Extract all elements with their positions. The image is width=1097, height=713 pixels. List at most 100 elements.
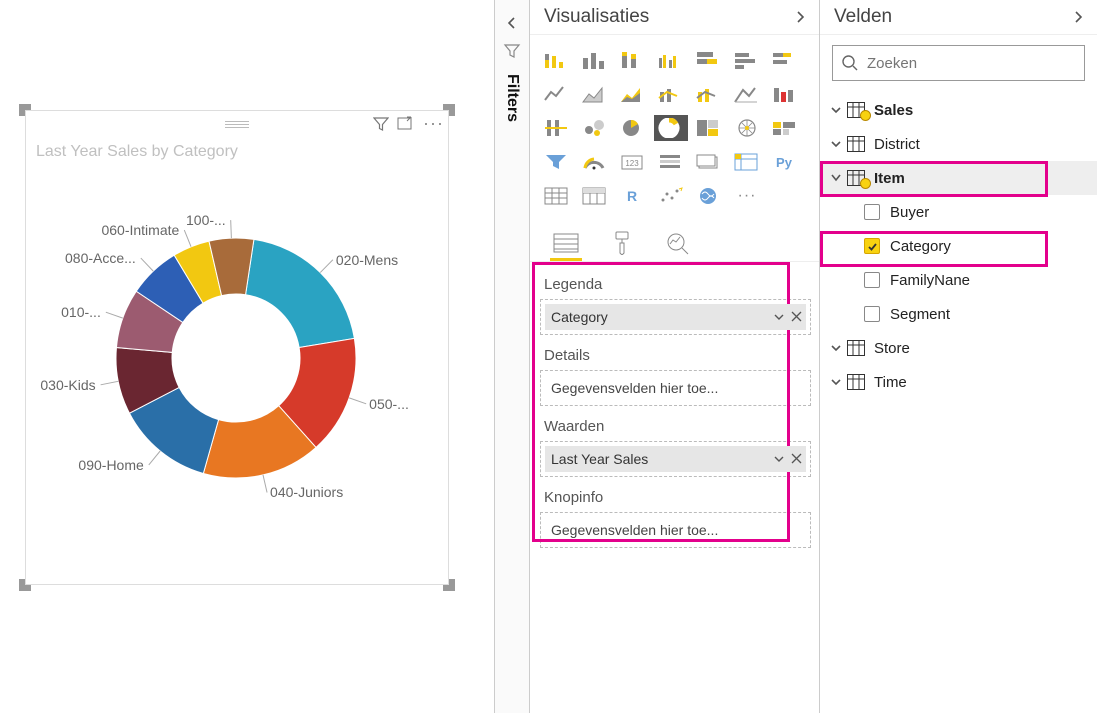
slice-label: 040-Juniors	[270, 484, 343, 500]
checkbox[interactable]	[864, 204, 880, 220]
field-category[interactable]: Category	[820, 229, 1097, 263]
fields-pane: Velden Sales	[820, 0, 1097, 713]
slice-label: 020-Mens	[336, 252, 398, 268]
chevron-down-icon[interactable]	[773, 311, 785, 323]
viz-matrix-icon[interactable]	[578, 183, 612, 209]
viz-combo-icon[interactable]	[654, 81, 688, 107]
table-icon	[844, 374, 868, 390]
tooltip-well[interactable]: Gegevensvelden hier toe...	[540, 512, 811, 548]
viz-globe-icon[interactable]	[692, 183, 726, 209]
donut-chart[interactable]: 020-Mens050-...040-Juniors090-Home030-Ki…	[26, 163, 448, 563]
viz-stacked-area-icon[interactable]	[616, 81, 650, 107]
remove-chip-icon[interactable]	[791, 453, 802, 465]
tooltip-placeholder: Gegevensvelden hier toe...	[545, 517, 806, 543]
viz-treemap-icon[interactable]	[692, 115, 726, 141]
visualization-gallery: 123 Py R ···	[530, 35, 819, 219]
details-placeholder: Gegevensvelden hier toe...	[545, 375, 806, 401]
collapse-viz-icon[interactable]	[791, 8, 809, 26]
viz-key-influencer-icon[interactable]	[654, 183, 688, 209]
viz-funnel-col-icon[interactable]	[540, 115, 574, 141]
fields-search[interactable]	[832, 45, 1085, 81]
legend-chip: Category	[545, 304, 806, 330]
search-input[interactable]	[867, 55, 1076, 72]
remove-chip-icon[interactable]	[791, 311, 802, 323]
viz-filled-map-icon[interactable]	[768, 115, 802, 141]
viz-card-icon[interactable]: 123	[616, 149, 650, 175]
viz-scatter-icon[interactable]	[578, 115, 612, 141]
analytics-tab[interactable]	[660, 229, 696, 257]
viz-slicer-icon[interactable]	[730, 149, 764, 175]
table-district[interactable]: District	[820, 127, 1097, 161]
slice-label: 090-Home	[78, 457, 143, 473]
values-well-label: Waarden	[540, 410, 811, 441]
table-icon	[844, 340, 868, 356]
viz-stacked-bar-icon[interactable]	[540, 47, 574, 73]
viz-gauge-icon[interactable]	[578, 149, 612, 175]
svg-text:123: 123	[625, 159, 639, 168]
viz-ribbon-icon[interactable]	[730, 81, 764, 107]
details-well-label: Details	[540, 339, 811, 370]
viz-stacked-column-icon[interactable]	[616, 47, 650, 73]
legend-chip-text[interactable]: Category	[551, 309, 608, 325]
field-familyname[interactable]: FamilyNane	[820, 263, 1097, 297]
filters-pane-collapsed[interactable]: Filters	[495, 0, 530, 713]
viz-hundred-stacked-icon[interactable]	[692, 47, 726, 73]
details-well[interactable]: Gegevensvelden hier toe...	[540, 370, 811, 406]
slice-label: 010-...	[61, 304, 101, 320]
values-chip-text[interactable]: Last Year Sales	[551, 451, 648, 467]
table-item[interactable]: Item	[820, 161, 1097, 195]
visual-container[interactable]: ··· Last Year Sales by Category 020-Mens…	[25, 110, 449, 585]
viz-clustered-column-icon[interactable]	[578, 47, 612, 73]
checkbox[interactable]	[864, 306, 880, 322]
viz-donut-icon[interactable]	[654, 115, 688, 141]
viz-python-icon[interactable]: Py	[768, 149, 802, 175]
table-store[interactable]: Store	[820, 331, 1097, 365]
viz-multi-card-icon[interactable]	[654, 149, 688, 175]
visualizations-title: Visualisaties	[544, 6, 649, 28]
focus-mode-icon[interactable]	[397, 116, 415, 132]
table-time[interactable]: Time	[820, 365, 1097, 399]
field-segment[interactable]: Segment	[820, 297, 1097, 331]
filters-label: Filters	[503, 70, 521, 122]
viz-bar-icon[interactable]	[730, 47, 764, 73]
table-icon	[844, 170, 868, 186]
viz-clustered-bar-2-icon[interactable]	[654, 47, 688, 73]
viz-area-icon[interactable]	[578, 81, 612, 107]
viz-line-icon[interactable]	[540, 81, 574, 107]
table-sales[interactable]: Sales	[820, 93, 1097, 127]
viz-table-icon[interactable]	[540, 183, 574, 209]
well-tabs	[530, 219, 819, 262]
values-chip: Last Year Sales	[545, 446, 806, 472]
checkbox[interactable]	[864, 272, 880, 288]
collapse-fields-icon[interactable]	[1069, 8, 1087, 26]
legend-well[interactable]: Category	[540, 299, 811, 335]
viz-more-icon[interactable]: ···	[730, 183, 764, 209]
viz-kpi-icon[interactable]	[692, 149, 726, 175]
checkbox-checked[interactable]	[864, 238, 880, 254]
viz-r-icon[interactable]: R	[616, 183, 650, 209]
slice-label: 030-Kids	[40, 377, 95, 393]
fields-tab[interactable]	[548, 229, 584, 257]
expand-filters-icon[interactable]	[503, 14, 521, 32]
viz-funnel-icon[interactable]	[540, 149, 574, 175]
report-canvas[interactable]: ··· Last Year Sales by Category 020-Mens…	[0, 0, 495, 713]
svg-text:Py: Py	[776, 155, 793, 170]
viz-pie-icon[interactable]	[616, 115, 650, 141]
svg-text:R: R	[627, 188, 637, 204]
values-well[interactable]: Last Year Sales	[540, 441, 811, 477]
slice-label: 100-...	[186, 212, 226, 228]
viz-waterfall-icon[interactable]	[768, 81, 802, 107]
filter-icon[interactable]	[373, 116, 389, 132]
slice-label: 060-Intimate	[101, 222, 179, 238]
fields-title: Velden	[834, 6, 892, 28]
viz-combo-2-icon[interactable]	[692, 81, 726, 107]
format-tab[interactable]	[604, 229, 640, 257]
chevron-down-icon[interactable]	[773, 453, 785, 465]
slice-label: 080-Acce...	[65, 250, 136, 266]
field-buyer[interactable]: Buyer	[820, 195, 1097, 229]
more-options-icon[interactable]: ···	[423, 113, 444, 134]
viz-map-icon[interactable]	[730, 115, 764, 141]
drag-handle[interactable]	[225, 119, 249, 130]
visual-title: Last Year Sales by Category	[26, 137, 448, 163]
viz-stacked-bar-h-icon[interactable]	[768, 47, 802, 73]
